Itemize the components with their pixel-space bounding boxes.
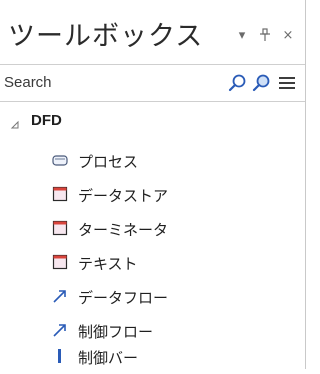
- search-bar: [0, 64, 305, 102]
- toolbox-item-text[interactable]: テキスト: [0, 246, 305, 280]
- dataflow-arrow-icon: [52, 288, 68, 304]
- toolbox-item-terminator[interactable]: ターミネータ: [0, 212, 305, 246]
- toolbox-item-label: プロセス: [78, 153, 139, 171]
- toolbox-item-label: 制御フロー: [78, 323, 154, 341]
- close-icon[interactable]: ×: [279, 26, 297, 44]
- datastore-element-icon: [52, 186, 68, 202]
- toolbox-item-label: テキスト: [78, 255, 138, 273]
- toolbox-item-label: データフロー: [78, 289, 169, 307]
- page-title: ツールボックス: [8, 21, 204, 52]
- hamburger-menu-icon[interactable]: [276, 72, 298, 94]
- toolbox-group-dfd[interactable]: DFD: [0, 100, 305, 144]
- search-input[interactable]: [4, 71, 214, 93]
- group-label: DFD: [31, 112, 62, 129]
- toolbox-item-datastore[interactable]: データストア: [0, 178, 305, 212]
- find-next-icon[interactable]: [250, 72, 272, 94]
- text-element-icon: [52, 254, 68, 270]
- control-bar-icon: [52, 348, 68, 364]
- toolbox-item-label: 制御バー: [78, 349, 139, 367]
- toolbox-title-bar: ツールボックス ▾ ×: [0, 0, 305, 64]
- expand-triangle-icon[interactable]: [10, 115, 20, 129]
- toolbox-item-label: ターミネータ: [78, 221, 169, 239]
- search-icon[interactable]: [226, 72, 248, 94]
- controlflow-arrow-icon: [52, 322, 68, 338]
- terminator-element-icon: [52, 220, 68, 236]
- pin-icon[interactable]: [256, 26, 274, 44]
- toolbox-item-label: データストア: [78, 187, 169, 205]
- toolbox-item-process[interactable]: プロセス: [0, 144, 305, 178]
- process-shape-icon: [52, 152, 68, 168]
- toolbox-item-dataflow[interactable]: データフロー: [0, 280, 305, 314]
- window-menu-dropdown-icon[interactable]: ▾: [233, 26, 251, 44]
- toolbox-panel: ツールボックス ▾ × Search DFD プロセス データストア ターミネー…: [0, 0, 306, 369]
